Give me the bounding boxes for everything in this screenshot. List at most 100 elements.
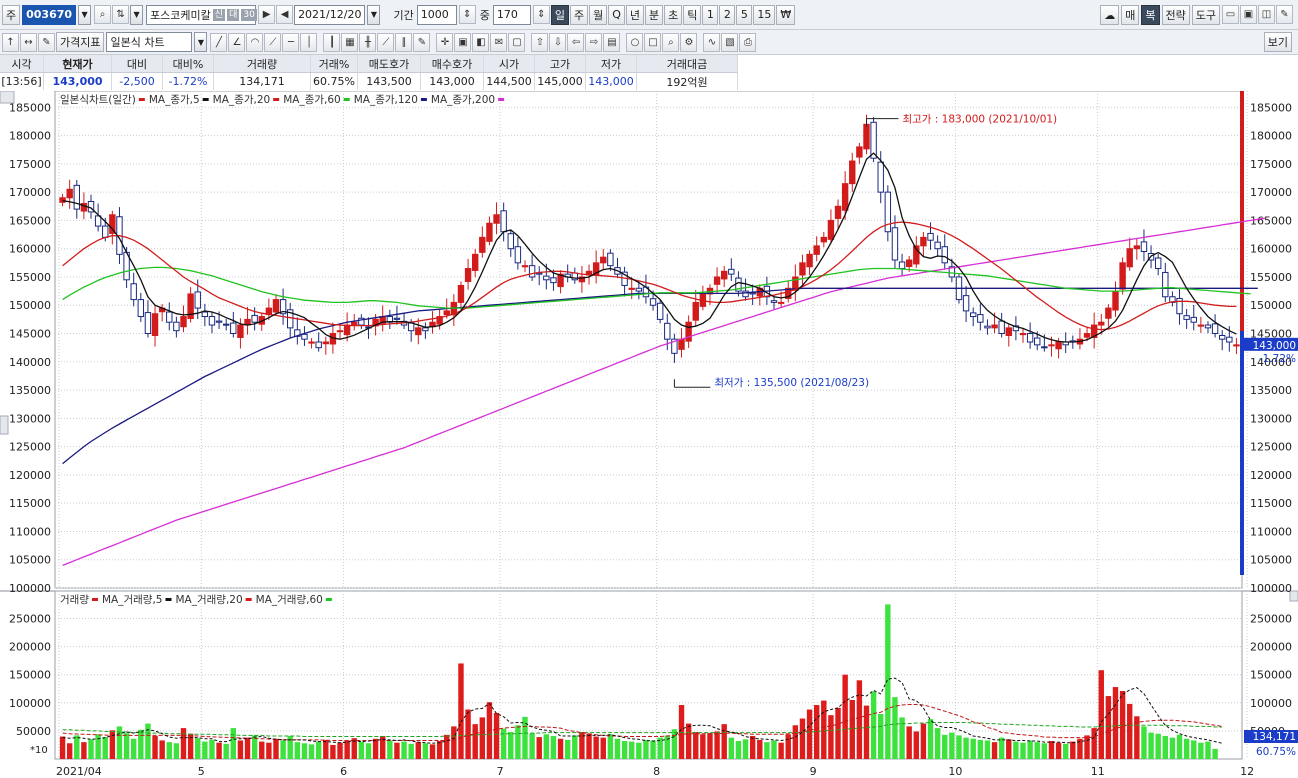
chart-area[interactable]: 100000 100000 105000 105000 110000 110000 1150… — [0, 91, 1298, 778]
volume-bar-1 — [66, 743, 73, 759]
right-tools: ☁ 매 복 전략 도구 ▭ ▣ ◫ ✎ — [1100, 5, 1294, 25]
current-volume-pct: 60.75% — [1256, 746, 1296, 758]
folder-icon[interactable]: ▭ — [1222, 5, 1239, 24]
left-icon[interactable]: ⇦ — [567, 32, 585, 52]
period-button-5[interactable]: 분 — [645, 4, 664, 25]
quote-value-10: 143,000 — [585, 72, 637, 90]
volume-bar-104 — [799, 718, 806, 759]
down-icon[interactable]: ⇩ — [549, 32, 567, 52]
fill-icon[interactable]: ◧ — [472, 32, 490, 52]
period-button-9[interactable]: 2 — [719, 4, 736, 25]
quote-header-1: 현재가 — [43, 55, 112, 73]
square-icon[interactable]: □ — [644, 32, 662, 52]
code-dropdown-icon[interactable]: ▼ — [78, 4, 92, 25]
chart-type-dropdown-icon[interactable]: ▼ — [194, 32, 208, 52]
grid-icon[interactable]: ▦ — [341, 32, 359, 52]
quote-header-0: 시각 — [0, 55, 44, 73]
compound-button[interactable]: 복 — [1141, 5, 1160, 25]
wave-icon[interactable]: ∿ — [703, 32, 721, 52]
period-button-7[interactable]: 틱 — [683, 4, 702, 25]
market-selector-button[interactable]: 주 — [2, 4, 21, 25]
edit-icon[interactable]: ✎ — [38, 32, 55, 52]
trend-icon[interactable]: ⟋ — [377, 32, 395, 52]
pencil-icon[interactable]: ✎ — [413, 32, 431, 52]
period-button-8[interactable]: 1 — [702, 4, 719, 25]
period-button-4[interactable]: 년 — [625, 4, 645, 25]
right-icon[interactable]: ⇨ — [585, 32, 603, 52]
period-button-3[interactable]: Q — [608, 4, 625, 25]
period-input[interactable]: 1000 — [416, 4, 457, 25]
period-button-11[interactable]: 15 — [753, 4, 776, 25]
stock-code-input[interactable]: 003670 — [22, 4, 77, 25]
period-button-2[interactable]: 월 — [589, 4, 608, 25]
search-icon[interactable]: ⌕ — [94, 5, 112, 24]
volume-bar-135 — [1020, 742, 1026, 759]
volume-bar-86 — [671, 729, 678, 759]
period-button-10[interactable]: 5 — [736, 4, 753, 25]
max-price-label: 최고가 : 183,000 (2021/10/01) — [902, 114, 1057, 126]
hline-icon[interactable]: ─ — [282, 32, 300, 52]
side-expand-button[interactable] — [0, 415, 9, 435]
x-axis-label-0: 2021/04 — [56, 765, 102, 778]
sort-icon[interactable]: ⇅ — [112, 5, 130, 24]
settings-icon[interactable]: ⚙ — [680, 32, 698, 52]
frame-icon[interactable]: ▢ — [508, 32, 526, 52]
arrow-up-icon[interactable]: ↑ — [2, 32, 19, 52]
line-icon[interactable]: ╱ — [210, 32, 228, 52]
cloud-icon[interactable]: ☁ — [1100, 5, 1120, 25]
buy-button[interactable]: 매 — [1121, 5, 1140, 25]
volume-bar-105 — [806, 709, 813, 759]
period-button-6[interactable]: 초 — [664, 4, 683, 25]
x-axis-label-5: 9 — [810, 765, 817, 778]
doc-icon[interactable]: ▤ — [603, 32, 621, 52]
color-icon[interactable]: ▣ — [454, 32, 472, 52]
angle-icon[interactable]: ∠ — [228, 32, 246, 52]
date-input[interactable]: 2021/12/20 — [294, 4, 366, 25]
view-button[interactable]: 보기 — [1263, 32, 1292, 52]
tools-button[interactable]: 도구 — [1191, 5, 1220, 25]
disk-icon[interactable]: ◫ — [1258, 5, 1275, 24]
period-spin-icon[interactable]: ⇕ — [458, 5, 476, 24]
candle-body-68 — [543, 275, 550, 281]
note-icon[interactable]: ✉ — [490, 32, 508, 52]
circle-icon[interactable]: ○ — [626, 32, 644, 52]
arc-icon[interactable]: ◠ — [246, 32, 264, 52]
period-button-1[interactable]: 주 — [569, 4, 589, 25]
resize-icon[interactable]: ↔ — [20, 32, 37, 52]
price-axis-label-right-4: 120000 — [1250, 469, 1292, 482]
play-icon[interactable]: ▶ — [258, 5, 276, 24]
date-dropdown-icon[interactable]: ▼ — [367, 4, 381, 25]
price-indicator-button[interactable]: 가격지표 — [56, 32, 105, 52]
print-icon[interactable]: ⎙ — [739, 32, 757, 52]
volume-bar-16 — [173, 743, 180, 759]
candle-body-19 — [194, 291, 201, 309]
sort-dropdown-icon[interactable]: ▼ — [130, 4, 144, 25]
fan-icon[interactable]: ⟋ — [264, 32, 282, 52]
quote-value-3: -1.72% — [162, 72, 214, 90]
period-button-0[interactable]: 일 — [550, 4, 569, 25]
stock-chart[interactable]: 100000 100000105000 105000110000 1100001150… — [0, 91, 1298, 778]
price-axis-label-right-12: 160000 — [1250, 243, 1292, 256]
candle-body-2 — [73, 184, 80, 210]
strategy-button[interactable]: 전략 — [1161, 5, 1190, 25]
vline-icon[interactable]: │ — [300, 32, 318, 52]
volume-legend-swatch-2 — [245, 598, 252, 601]
channel-icon[interactable]: ╫ — [359, 32, 377, 52]
parallel-icon[interactable]: ∥ — [395, 32, 413, 52]
period-button-12[interactable]: ₩ — [776, 4, 796, 25]
up-icon[interactable]: ⇧ — [531, 32, 549, 52]
mid-input[interactable]: 170 — [492, 4, 531, 25]
zoom-icon[interactable]: ⌕ — [662, 32, 680, 52]
chart-type-select[interactable]: 일본식 차트 — [106, 32, 193, 52]
export-icon[interactable]: ▧ — [721, 32, 739, 52]
candle-body-50 — [415, 327, 422, 336]
bars-icon[interactable]: ┃ — [323, 32, 341, 52]
volume-bar-161 — [1205, 741, 1211, 759]
save-icon[interactable]: ▣ — [1240, 5, 1257, 24]
volume-bar-93 — [721, 724, 727, 759]
quote-value-7: 143,000 — [420, 72, 484, 90]
mid-spin-icon[interactable]: ⇕ — [532, 5, 550, 24]
wrench-icon[interactable]: ✎ — [1276, 5, 1293, 24]
cross-icon[interactable]: ✛ — [436, 32, 454, 52]
back-icon[interactable]: ◀ — [276, 5, 294, 24]
